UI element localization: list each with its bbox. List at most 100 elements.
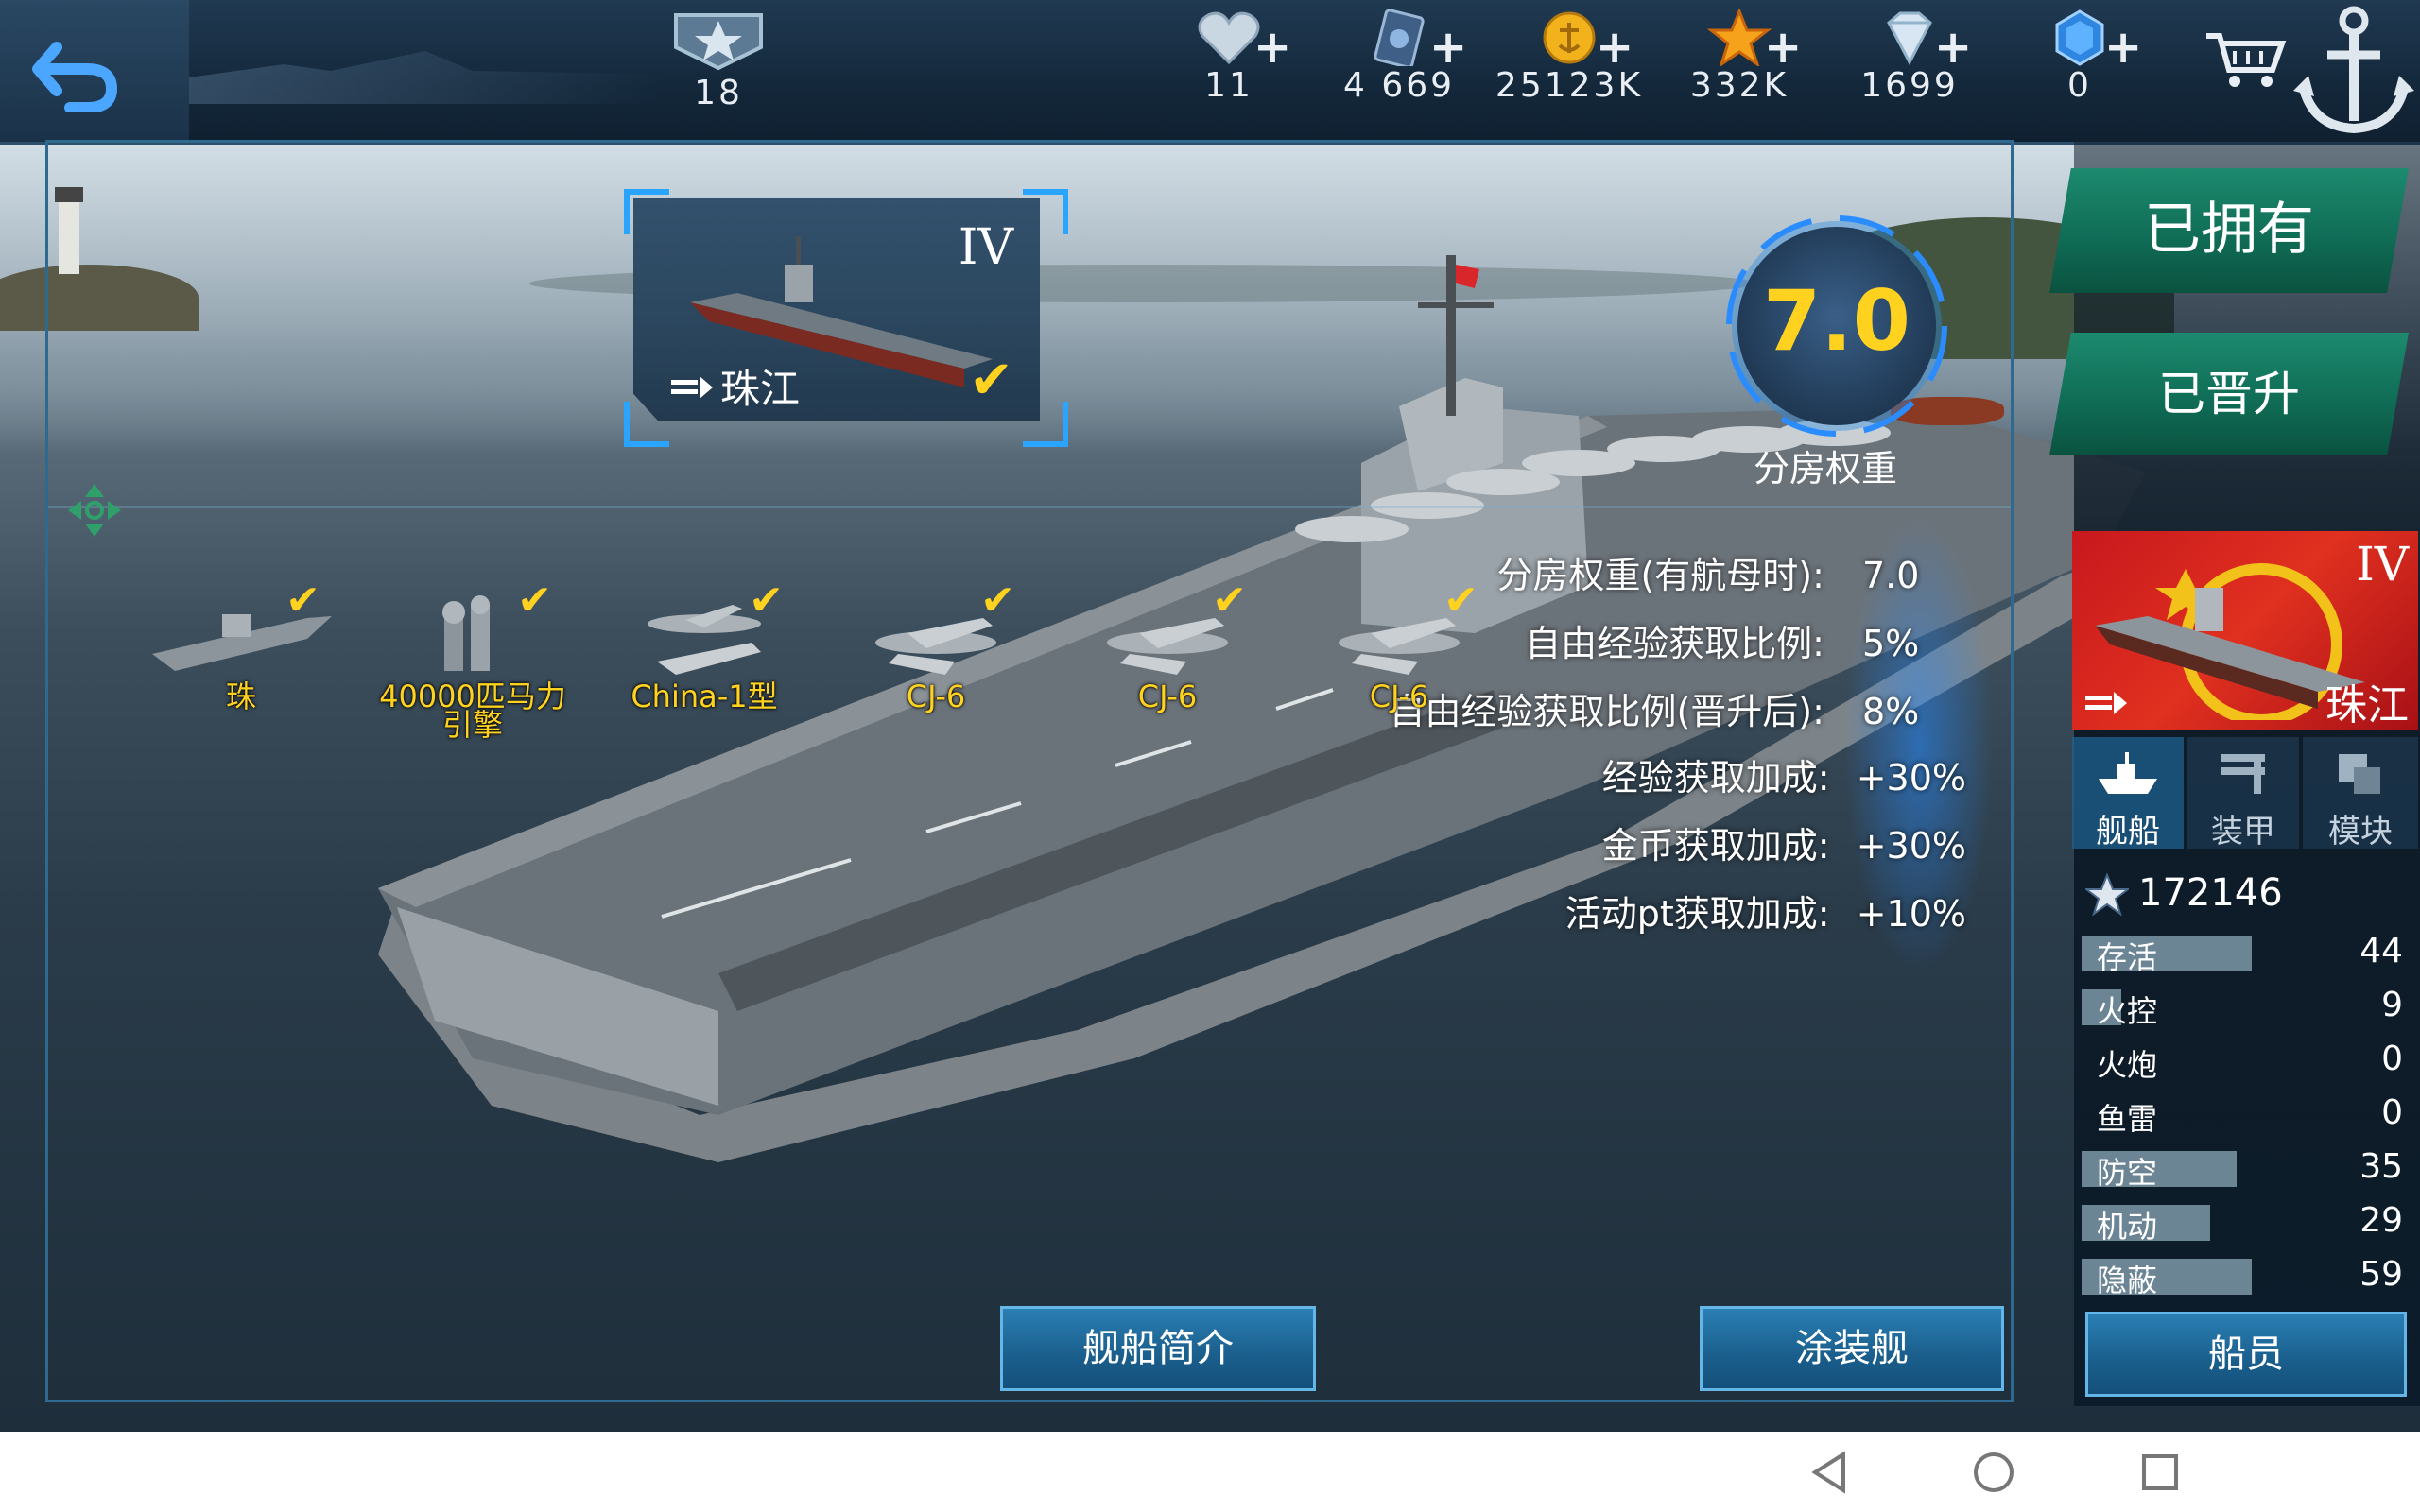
portrait-tier: IV [2356,537,2409,592]
tab-label: 舰船 [2096,813,2160,850]
resource-heart[interactable]: + 11 [1172,0,1291,142]
equip-label: CJ-6 [1369,679,1429,714]
equip-label: 40000匹马力 引擎 [379,679,566,743]
ship-tab-icon [2099,752,2157,794]
shop-button[interactable] [2203,26,2288,93]
top-bar: 18 + 11 + 4 669 + 25123K + 332K + 1699 +… [0,0,2420,145]
selected-ship-card[interactable]: IV 珠江 ✔ [633,198,1040,421]
resource-card[interactable]: + 4 669 [1342,0,1467,142]
check-icon: ✔ [980,576,1015,625]
attribute-value: 59 [2360,1255,2403,1294]
crystal-value: 0 [2067,66,2092,105]
attribute-row: 鱼雷 0 [2080,1091,2411,1139]
tab-armor[interactable]: 装甲 [2187,737,2299,850]
stat-value: +10% [1856,893,1966,935]
equip-link-icon [2085,692,2127,714]
equip-slot-aircraft-1[interactable]: ✔ China-1型 [600,576,808,728]
check-icon: ✔ [517,576,552,625]
port-button[interactable] [2288,0,2420,142]
heart-value: 11 [1204,66,1253,105]
back-button[interactable] [28,26,123,113]
resource-crystal[interactable]: + 0 [2023,0,2142,142]
equip-slot-engine[interactable]: ✔ 40000匹马力 引擎 [369,576,577,740]
tab-module[interactable]: 模块 [2303,737,2418,850]
card-corner-br [1023,402,1068,447]
stat-label: 自由经验获取比例: [1525,623,1824,664]
card-corner-tr [1023,189,1068,234]
circle-home-icon [1974,1452,2014,1492]
crew-button[interactable]: 船员 [2085,1312,2407,1397]
owned-button[interactable]: 已拥有 [2049,168,2409,293]
equip-label: 珠 [225,679,256,714]
check-icon: ✔ [1443,576,1478,625]
card-corner-tl [624,189,669,234]
ship-name: 珠江 [720,366,801,412]
crystal-icon [2055,9,2104,66]
equip-slot-aircraft-3[interactable]: ✔ CJ-6 [1063,576,1271,728]
resource-gold[interactable]: + 25123K [1494,0,1645,142]
portrait-ship-name: 珠江 [2325,681,2409,730]
stat-value: +30% [1856,757,1966,799]
equip-slot-aircraft-2[interactable]: ✔ CJ-6 [832,576,1040,728]
owned-check-icon: ✔ [969,350,1013,411]
rating-circle: 7.0 [1726,215,1947,437]
equip-slot-ship[interactable]: ✔ 珠 [137,576,345,728]
view-control[interactable] [66,482,123,539]
equip-label: CJ-6 [906,679,966,714]
square-recents-icon [2142,1454,2178,1490]
ship-intro-button[interactable]: 舰船简介 [1000,1306,1316,1391]
stat-row: 经验获取加成: +30% [1602,748,1966,799]
ship-portrait[interactable]: IV 珠江 [2072,531,2418,730]
star-value: 332K [1689,66,1789,105]
nav-home-button[interactable] [1970,1449,2017,1496]
attribute-name: 火控 [2097,993,2158,1029]
stat-row: 自由经验获取比例: 5% [1525,614,1966,664]
attribute-row: 火炮 0 [2080,1038,2411,1085]
shopping-cart-icon [2206,33,2287,87]
stat-row: 金币获取加成: +30% [1602,816,1966,867]
equip-link-icon [671,376,713,399]
attribute-name: 机动 [2097,1209,2158,1245]
gold-coin-icon [1543,11,1596,64]
rating-label: 分房权重 [1754,448,1898,490]
level-badge[interactable]: 18 [666,8,770,130]
attribute-row: 火控 9 [2080,984,2411,1031]
rating-value: 7.0 [1763,272,1910,369]
check-icon: ✔ [285,576,320,625]
skin-button[interactable]: 涂装舰 [1700,1306,2004,1391]
attribute-row: 存活 44 [2080,930,2411,977]
attribute-value: 29 [2360,1201,2403,1240]
attribute-name: 防空 [2097,1155,2158,1191]
equip-slot-aircraft-4[interactable]: ✔ CJ-6 [1295,576,1503,728]
nav-back-button[interactable] [1806,1449,1853,1496]
tab-label: 模块 [2328,813,2393,850]
attribute-value: 0 [2381,1093,2403,1132]
attribute-value: 35 [2360,1147,2403,1186]
attribute-name: 火炮 [2097,1047,2158,1083]
system-nav-bar [0,1432,2420,1512]
resource-star[interactable]: + 332K [1683,0,1802,142]
promoted-button[interactable]: 已晋升 [2049,333,2409,455]
equip-label: CJ-6 [1137,679,1198,714]
attribute-name: 存活 [2097,939,2158,975]
star-icon [2085,873,2129,917]
nav-recents-button[interactable] [2136,1449,2184,1496]
back-arrow-icon [32,42,118,113]
tab-ship[interactable]: 舰船 [2072,737,2184,850]
attribute-value: 0 [2381,1040,2403,1078]
stat-value: +30% [1856,825,1966,867]
card-icon [1374,9,1425,66]
rotate-view-icon [68,484,121,537]
stat-label: 活动pt获取加成: [1564,893,1830,935]
stat-row: 活动pt获取加成: +10% [1564,885,1966,935]
tab-label: 装甲 [2211,813,2275,850]
stat-value: 7.0 [1862,555,1920,596]
resource-diamond[interactable]: + 1699 [1853,0,1972,142]
card-corner-bl [624,402,669,447]
equip-label: China-1型 [631,679,778,714]
armor-tab-icon [2221,754,2265,794]
power-value: 172146 [2138,871,2283,915]
anchor-icon [2293,6,2414,134]
attribute-row: 隐蔽 59 [2080,1253,2411,1300]
rank-shield-icon [674,13,763,71]
